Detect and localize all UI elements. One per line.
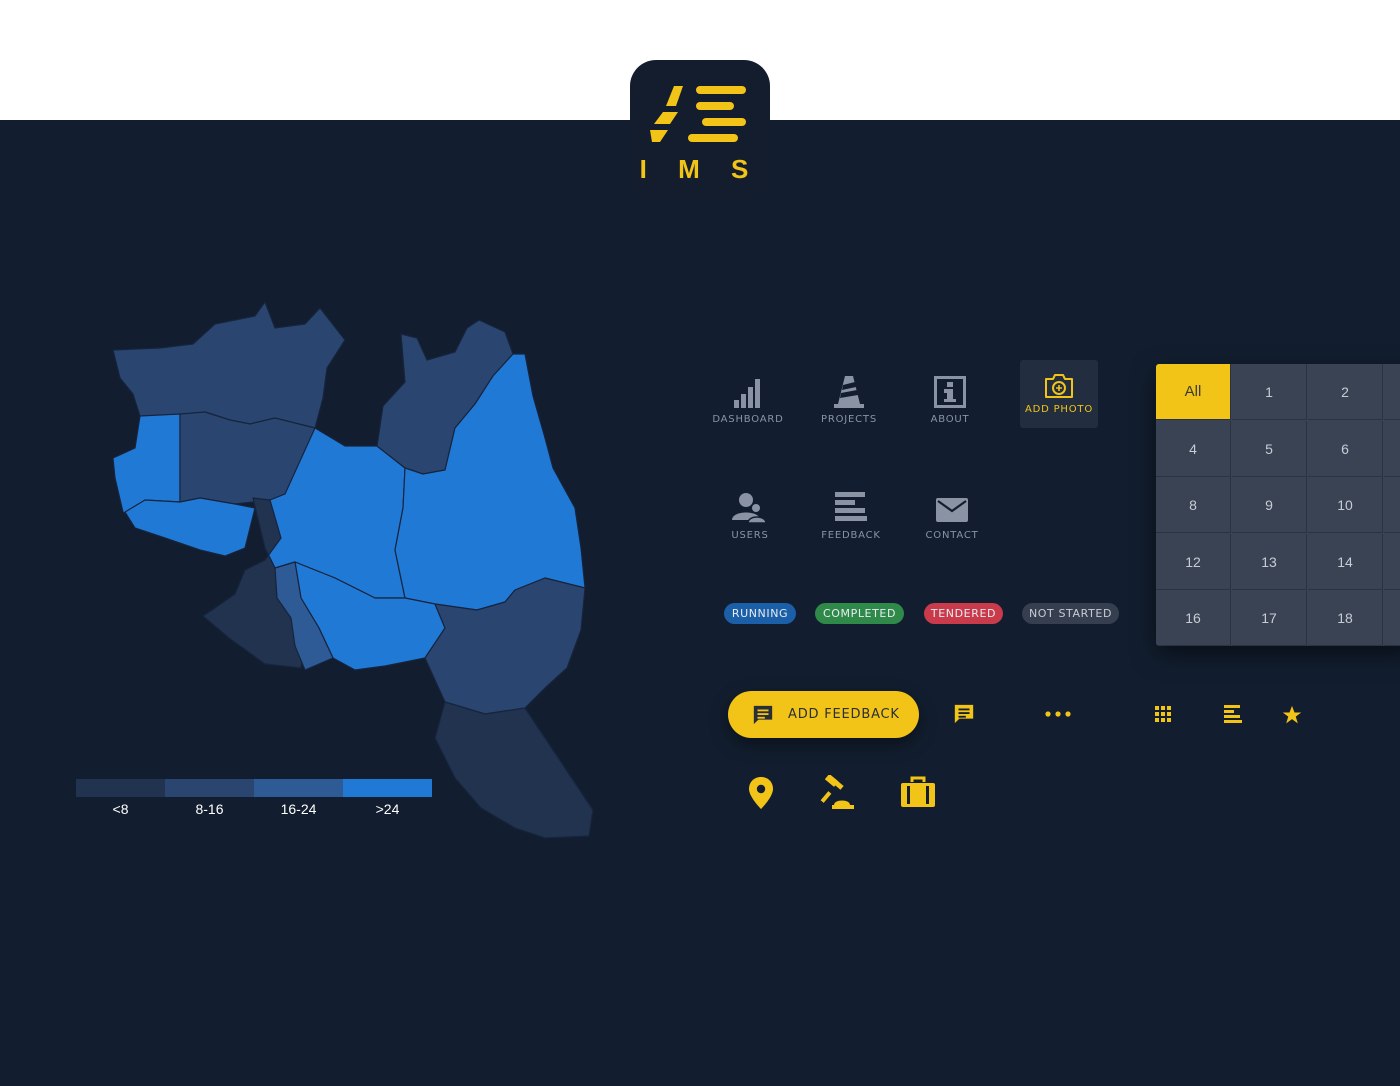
legend-label: 16-24	[280, 801, 317, 817]
grid-cell[interactable]: 5	[1232, 421, 1307, 477]
briefcase-icon[interactable]	[898, 774, 938, 810]
list-icon[interactable]	[1222, 703, 1244, 725]
nav-dashboard[interactable]: DASHBOARD	[709, 372, 787, 440]
users-icon	[732, 493, 767, 524]
number-grid: All 1 2 4 5 6 8 9 10 12 13 14 16 17 18	[1156, 364, 1400, 646]
app-name: I M S	[640, 154, 761, 184]
grid-cell[interactable]: 14	[1308, 534, 1383, 590]
grid-cell[interactable]: 8	[1156, 477, 1231, 533]
region-map	[112, 301, 594, 839]
legend-label: >24	[375, 801, 400, 817]
grid-cell[interactable]: 16	[1156, 590, 1231, 646]
nav-users-label: USERS	[731, 530, 769, 541]
grid-cell[interactable]: 6	[1308, 421, 1383, 477]
map-region	[434, 701, 594, 839]
grid-cell[interactable]: 17	[1232, 590, 1307, 646]
status-badge-running: RUNNING	[724, 603, 796, 624]
mail-icon	[936, 498, 968, 522]
traffic-cone-icon	[834, 376, 864, 408]
nav-dashboard-label: DASHBOARD	[712, 414, 784, 425]
legend-swatch-16-24	[254, 779, 343, 797]
info-icon	[934, 376, 966, 408]
grid-cell-partial[interactable]	[1384, 590, 1400, 646]
grid-cell[interactable]: 18	[1308, 590, 1383, 646]
nav-projects[interactable]: PROJECTS	[810, 372, 888, 440]
comment-icon[interactable]	[952, 702, 976, 726]
status-badge-not-started: NOT STARTED	[1022, 603, 1119, 624]
gavel-icon[interactable]	[818, 774, 858, 810]
map-region	[112, 301, 346, 429]
grid-cell-partial[interactable]	[1384, 534, 1400, 590]
comment-icon	[753, 705, 773, 724]
map-region	[124, 497, 256, 557]
location-pin-icon[interactable]	[746, 776, 776, 810]
grid-cell-partial[interactable]	[1384, 364, 1400, 420]
grid-cell[interactable]: 9	[1232, 477, 1307, 533]
nav-users[interactable]: USERS	[711, 488, 789, 556]
nav-add-photo[interactable]: ADD PHOTO	[1020, 360, 1098, 428]
legend-swatch-gt24	[343, 779, 432, 797]
grid-cell[interactable]: 1	[1232, 364, 1307, 420]
legend-swatch-8-16	[165, 779, 254, 797]
grid-cell[interactable]: 10	[1308, 477, 1383, 533]
nav-feedback[interactable]: FEEDBACK	[812, 488, 890, 556]
status-badge-tendered: TENDERED	[924, 603, 1003, 624]
camera-add-icon	[1045, 374, 1073, 398]
app-logo: I M S	[630, 60, 770, 200]
add-feedback-button[interactable]: ADD FEEDBACK	[728, 691, 919, 738]
nav-about-label: ABOUT	[930, 414, 970, 425]
grid-cell-partial[interactable]	[1384, 477, 1400, 533]
legend-swatch-lt8	[76, 779, 165, 797]
legend-label: 8-16	[195, 801, 224, 817]
bar-chart-icon	[734, 379, 760, 408]
nav-contact-label: CONTACT	[925, 530, 979, 541]
legend-label: <8	[112, 801, 129, 817]
grid-cell[interactable]: 12	[1156, 534, 1231, 590]
grid-cell-all[interactable]: All	[1156, 364, 1231, 420]
nav-add-photo-label: ADD PHOTO	[1024, 404, 1094, 415]
add-feedback-label: ADD FEEDBACK	[788, 707, 900, 722]
grid-cell[interactable]: 4	[1156, 421, 1231, 477]
status-badge-completed: COMPLETED	[815, 603, 904, 624]
grid-icon[interactable]	[1152, 703, 1174, 725]
grid-cell[interactable]: 2	[1308, 364, 1383, 420]
nav-contact[interactable]: CONTACT	[913, 488, 991, 556]
feedback-bars-icon	[835, 492, 867, 521]
map-legend: <8 8-16 16-24 >24	[76, 779, 432, 817]
nav-feedback-label: FEEDBACK	[821, 530, 881, 541]
grid-cell[interactable]: 13	[1232, 534, 1307, 590]
grid-cell-partial[interactable]	[1384, 421, 1400, 477]
nav-projects-label: PROJECTS	[821, 414, 877, 425]
more-icon[interactable]	[1042, 702, 1074, 726]
nav-about[interactable]: ABOUT	[911, 372, 989, 440]
star-icon[interactable]	[1280, 703, 1304, 727]
traffic-cone-logo-icon: I M S	[640, 86, 761, 184]
